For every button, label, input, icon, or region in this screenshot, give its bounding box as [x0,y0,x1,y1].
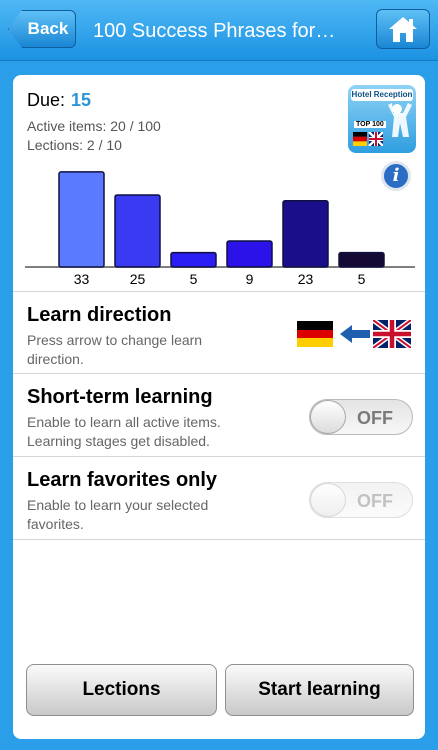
chart-tick-label: 33 [74,271,90,287]
back-button[interactable]: Back [8,10,76,48]
lections-button[interactable]: Lections [26,664,217,716]
chart-bar [338,251,385,268]
divider [13,456,425,457]
divider [13,291,425,292]
short-term-description: Enable to learn all active items. Learni… [27,414,221,449]
learn-direction-title: Learn direction [27,304,172,326]
home-icon [389,17,417,42]
page-title: 100 Success Phrases for… [93,20,336,42]
active-items-text: Active items: 20 / 100 [27,118,161,134]
short-term-title: Short-term learning [27,386,213,408]
due-items-chart: 33 25 5 9 23 5 [25,171,415,287]
learn-direction-description: Press arrow to change learn direction. [27,332,203,367]
favorites-only-title: Learn favorites only [27,469,218,491]
chart-tick-label: 25 [130,271,146,287]
due-value: 15 [71,90,92,110]
favorites-only-toggle[interactable]: OFF [309,482,413,518]
toggle-knob [310,483,346,517]
due-row: Due: 15 [27,90,91,111]
lections-count-text: Lections: 2 / 10 [27,137,122,153]
chart-tick-label: 5 [358,271,366,287]
german-flag-icon [297,321,333,347]
thumbnail-badge: TOP 100 [354,121,386,128]
chart-bar [58,171,105,268]
course-thumbnail: Hotel Reception TOP 100 [348,85,416,153]
navigation-bar: Back 100 Success Phrases for… [0,0,438,61]
toggle-state-label: OFF [357,408,393,428]
home-button[interactable] [376,9,430,49]
divider [13,539,425,540]
back-button-label: Back [27,19,69,38]
due-label: Due: [27,90,66,110]
chart-bar [226,240,273,268]
lections-button-label: Lections [82,679,161,700]
start-learning-button-label: Start learning [258,679,381,700]
main-panel: Due: 15 Active items: 20 / 100 Lections: … [13,75,425,739]
thumbnail-flags-icon [353,132,383,146]
chart-tick-label: 9 [246,271,254,287]
favorites-only-description: Enable to learn your selected favorites. [27,497,209,532]
short-term-toggle[interactable]: OFF [309,399,413,435]
direction-arrow-icon[interactable] [339,323,371,345]
divider [13,373,425,374]
chart-bar [170,251,217,268]
chart-bar [282,199,329,268]
toggle-knob [310,400,346,434]
chart-bar [114,194,161,268]
chart-tick-label: 5 [190,271,198,287]
start-learning-button[interactable]: Start learning [225,664,414,716]
toggle-state-label: OFF [357,491,393,511]
chart-tick-label: 23 [298,271,314,287]
uk-flag-icon [373,320,411,348]
